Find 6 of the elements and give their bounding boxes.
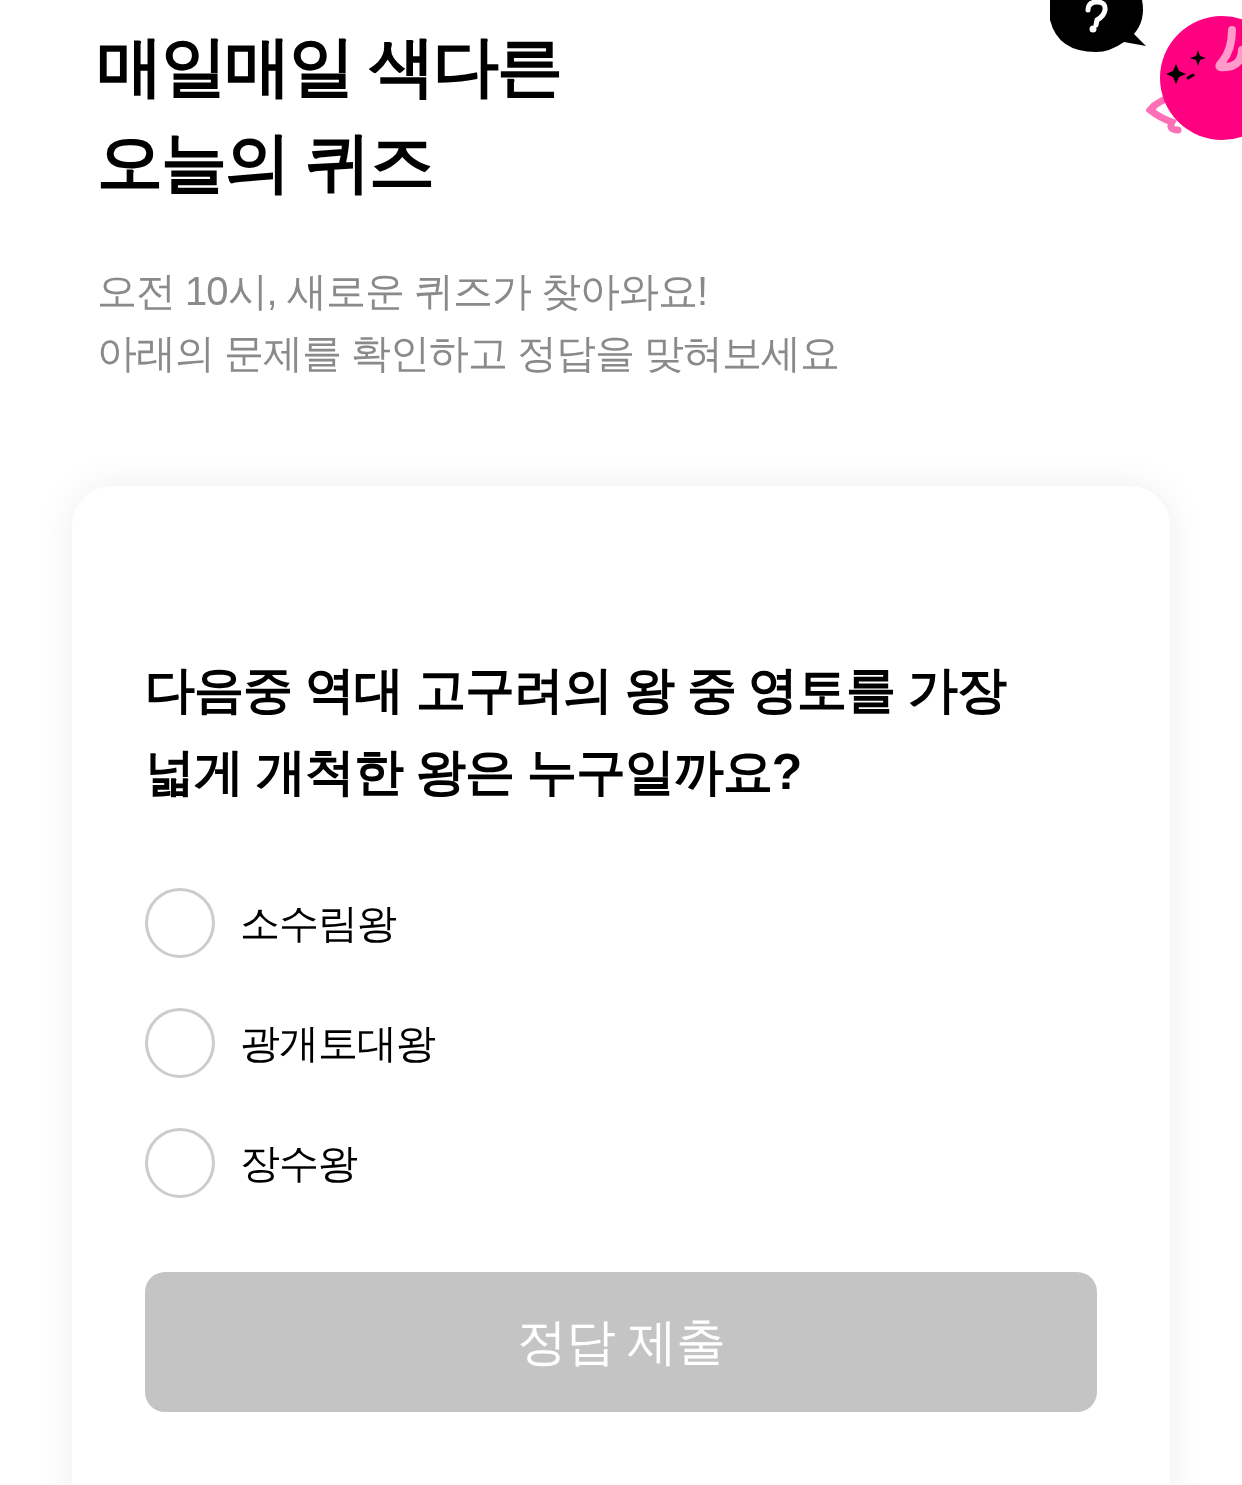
option-label[interactable]: 장수왕	[240, 1135, 357, 1191]
page-title: 매일매일 색다른 오늘의 퀴즈	[97, 28, 562, 201]
quiz-question: 다음중 역대 고구려의 왕 중 영토를 가장 넓게 개척한 왕은 누구일까요?	[145, 661, 1007, 802]
option-label[interactable]: 광개토대왕	[240, 1015, 435, 1071]
option-label[interactable]: 소수림왕	[240, 895, 396, 951]
page-subtitle: 오전 10시, 새로운 퀴즈가 찾아와요! 아래의 문제를 확인하고 정답을 맞혀보세요	[97, 268, 840, 377]
